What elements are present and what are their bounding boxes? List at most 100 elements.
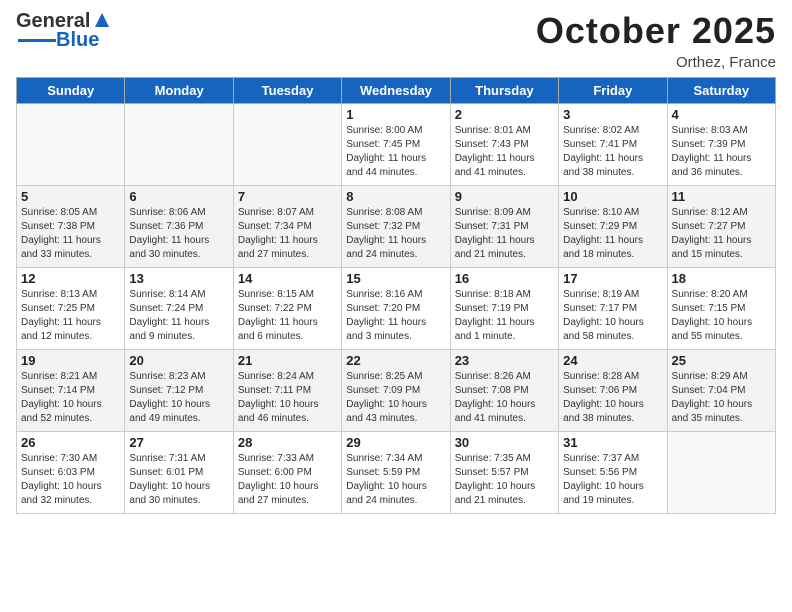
table-row: 6 Sunrise: 8:06 AMSunset: 7:36 PMDaylight… (125, 186, 233, 268)
day-info: Sunrise: 8:13 AMSunset: 7:25 PMDaylight:… (21, 288, 120, 344)
day-number: 16 (455, 271, 554, 286)
day-number: 22 (346, 353, 445, 368)
table-row (233, 104, 341, 186)
day-number: 5 (21, 189, 120, 204)
header: General Blue October 2025 Orthez, France (16, 10, 776, 71)
day-number: 11 (672, 189, 771, 204)
col-wednesday: Wednesday (342, 78, 450, 104)
calendar-table: Sunday Monday Tuesday Wednesday Thursday… (16, 77, 776, 514)
day-number: 17 (563, 271, 662, 286)
day-info: Sunrise: 8:06 AMSunset: 7:36 PMDaylight:… (129, 206, 228, 262)
table-row: 26Sunrise: 7:30 AMSunset: 6:03 PMDayligh… (17, 432, 125, 514)
table-row: 1 Sunrise: 8:00 AMSunset: 7:45 PMDaylight… (342, 104, 450, 186)
table-row (125, 104, 233, 186)
logo: General Blue (16, 10, 113, 52)
table-row: 31 Sunrise: 7:37 AMSunset: 5:56 PMDayligh… (559, 432, 667, 514)
day-number: 25 (672, 353, 771, 368)
table-row: 10 Sunrise: 8:10 AMSunset: 7:29 PMDayligh… (559, 186, 667, 268)
day-info: Sunrise: 7:34 AMSunset: 5:59 PMDaylight:… (346, 452, 445, 508)
table-row: 24Sunrise: 8:28 AMSunset: 7:06 PMDayligh… (559, 350, 667, 432)
day-number: 2 (455, 107, 554, 122)
calendar-week-row: 26Sunrise: 7:30 AMSunset: 6:03 PMDayligh… (17, 432, 776, 514)
col-sunday: Sunday (17, 78, 125, 104)
table-row: 16Sunrise: 8:18 AMSunset: 7:19 PMDayligh… (450, 268, 558, 350)
day-number: 18 (672, 271, 771, 286)
day-info: Sunrise: 8:26 AMSunset: 7:08 PMDaylight:… (455, 370, 554, 426)
col-monday: Monday (125, 78, 233, 104)
table-row: 13 Sunrise: 8:14 AMSunset: 7:24 PMDayligh… (125, 268, 233, 350)
day-number: 13 (129, 271, 228, 286)
day-number: 12 (21, 271, 120, 286)
day-number: 8 (346, 189, 445, 204)
col-saturday: Saturday (667, 78, 775, 104)
day-info: Sunrise: 8:12 AMSunset: 7:27 PMDaylight:… (672, 206, 771, 262)
day-info: Sunrise: 8:24 AMSunset: 7:11 PMDaylight:… (238, 370, 337, 426)
logo-triangle-icon (91, 9, 113, 31)
day-info: Sunrise: 8:10 AMSunset: 7:29 PMDaylight:… (563, 206, 662, 262)
table-row: 21 Sunrise: 8:24 AMSunset: 7:11 PMDayligh… (233, 350, 341, 432)
table-row (667, 432, 775, 514)
day-info: Sunrise: 8:19 AMSunset: 7:17 PMDaylight:… (563, 288, 662, 344)
day-number: 27 (129, 435, 228, 450)
table-row: 23Sunrise: 8:26 AMSunset: 7:08 PMDayligh… (450, 350, 558, 432)
day-number: 3 (563, 107, 662, 122)
day-info: Sunrise: 7:35 AMSunset: 5:57 PMDaylight:… (455, 452, 554, 508)
day-info: Sunrise: 8:08 AMSunset: 7:32 PMDaylight:… (346, 206, 445, 262)
table-row: 27 Sunrise: 7:31 AMSunset: 6:01 PMDayligh… (125, 432, 233, 514)
day-info: Sunrise: 8:25 AMSunset: 7:09 PMDaylight:… (346, 370, 445, 426)
day-number: 9 (455, 189, 554, 204)
day-number: 28 (238, 435, 337, 450)
day-number: 10 (563, 189, 662, 204)
table-row: 28 Sunrise: 7:33 AMSunset: 6:00 PMDayligh… (233, 432, 341, 514)
day-number: 21 (238, 353, 337, 368)
day-number: 31 (563, 435, 662, 450)
day-info: Sunrise: 8:05 AMSunset: 7:38 PMDaylight:… (21, 206, 120, 262)
calendar-week-row: 12 Sunrise: 8:13 AMSunset: 7:25 PMDayligh… (17, 268, 776, 350)
table-row (17, 104, 125, 186)
day-info: Sunrise: 8:29 AMSunset: 7:04 PMDaylight:… (672, 370, 771, 426)
table-row: 7Sunrise: 8:07 AMSunset: 7:34 PMDaylight… (233, 186, 341, 268)
day-number: 15 (346, 271, 445, 286)
day-number: 4 (672, 107, 771, 122)
table-row: 29 Sunrise: 7:34 AMSunset: 5:59 PMDayligh… (342, 432, 450, 514)
table-row: 22 Sunrise: 8:25 AMSunset: 7:09 PMDayligh… (342, 350, 450, 432)
day-number: 20 (129, 353, 228, 368)
day-info: Sunrise: 7:37 AMSunset: 5:56 PMDaylight:… (563, 452, 662, 508)
table-row: 2 Sunrise: 8:01 AMSunset: 7:43 PMDaylight… (450, 104, 558, 186)
day-info: Sunrise: 8:16 AMSunset: 7:20 PMDaylight:… (346, 288, 445, 344)
table-row: 12 Sunrise: 8:13 AMSunset: 7:25 PMDayligh… (17, 268, 125, 350)
day-number: 24 (563, 353, 662, 368)
day-number: 1 (346, 107, 445, 122)
col-tuesday: Tuesday (233, 78, 341, 104)
calendar-week-row: 19 Sunrise: 8:21 AMSunset: 7:14 PMDayligh… (17, 350, 776, 432)
calendar-location: Orthez, France (536, 54, 776, 71)
day-info: Sunrise: 8:02 AMSunset: 7:41 PMDaylight:… (563, 124, 662, 180)
calendar-week-row: 1 Sunrise: 8:00 AMSunset: 7:45 PMDaylight… (17, 104, 776, 186)
table-row: 5 Sunrise: 8:05 AMSunset: 7:38 PMDaylight… (17, 186, 125, 268)
day-info: Sunrise: 7:31 AMSunset: 6:01 PMDaylight:… (129, 452, 228, 508)
table-row: 17 Sunrise: 8:19 AMSunset: 7:17 PMDayligh… (559, 268, 667, 350)
day-number: 19 (21, 353, 120, 368)
table-row: 20Sunrise: 8:23 AMSunset: 7:12 PMDayligh… (125, 350, 233, 432)
day-info: Sunrise: 7:33 AMSunset: 6:00 PMDaylight:… (238, 452, 337, 508)
day-number: 30 (455, 435, 554, 450)
logo-underline (18, 39, 56, 42)
col-friday: Friday (559, 78, 667, 104)
calendar-title: October 2025 (536, 10, 776, 52)
day-info: Sunrise: 8:00 AMSunset: 7:45 PMDaylight:… (346, 124, 445, 180)
day-number: 6 (129, 189, 228, 204)
table-row: 14Sunrise: 8:15 AMSunset: 7:22 PMDayligh… (233, 268, 341, 350)
day-info: Sunrise: 8:01 AMSunset: 7:43 PMDaylight:… (455, 124, 554, 180)
calendar-week-row: 5 Sunrise: 8:05 AMSunset: 7:38 PMDaylight… (17, 186, 776, 268)
table-row: 15 Sunrise: 8:16 AMSunset: 7:20 PMDayligh… (342, 268, 450, 350)
day-info: Sunrise: 8:07 AMSunset: 7:34 PMDaylight:… (238, 206, 337, 262)
table-row: 3 Sunrise: 8:02 AMSunset: 7:41 PMDaylight… (559, 104, 667, 186)
table-row: 19 Sunrise: 8:21 AMSunset: 7:14 PMDayligh… (17, 350, 125, 432)
day-info: Sunrise: 8:20 AMSunset: 7:15 PMDaylight:… (672, 288, 771, 344)
day-info: Sunrise: 8:15 AMSunset: 7:22 PMDaylight:… (238, 288, 337, 344)
day-number: 29 (346, 435, 445, 450)
table-row: 30 Sunrise: 7:35 AMSunset: 5:57 PMDayligh… (450, 432, 558, 514)
day-info: Sunrise: 8:14 AMSunset: 7:24 PMDaylight:… (129, 288, 228, 344)
day-info: Sunrise: 8:21 AMSunset: 7:14 PMDaylight:… (21, 370, 120, 426)
table-row: 25 Sunrise: 8:29 AMSunset: 7:04 PMDayligh… (667, 350, 775, 432)
